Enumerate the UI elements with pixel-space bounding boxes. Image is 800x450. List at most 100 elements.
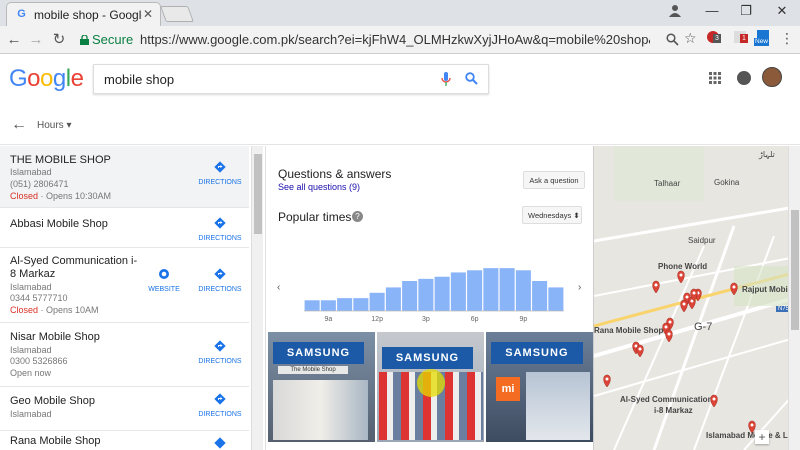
close-window-button[interactable]: ✕: [764, 0, 800, 22]
hours-filter[interactable]: Hours ▾: [37, 120, 72, 131]
map-pin-icon[interactable]: [652, 280, 660, 294]
list-item[interactable]: Rana Mobile Shop: [0, 431, 249, 450]
ask-question-button[interactable]: Ask a question: [523, 171, 585, 189]
notifications-icon[interactable]: [737, 71, 751, 85]
map-pin-icon[interactable]: [680, 299, 688, 313]
popular-times-bar[interactable]: [385, 287, 401, 311]
result-name[interactable]: Al-Syed Communication i-8 Markaz: [10, 255, 140, 281]
list-scrollbar[interactable]: [251, 146, 263, 450]
list-item[interactable]: Abbasi Mobile Shop DIRECTIONS: [0, 208, 249, 248]
website-button[interactable]: WEBSITE: [139, 268, 189, 293]
day-select[interactable]: Wednesdays ⬍: [522, 206, 582, 224]
browser-toolbar: ← → ↻ Secure https://www.google.com.pk/s…: [0, 26, 800, 54]
list-scroll-thumb[interactable]: [254, 154, 262, 234]
tab-bar: G mobile shop - Google Se ✕ — ❐ ✕: [0, 0, 800, 26]
popular-times-bar[interactable]: [499, 268, 515, 311]
map-scroll-thumb[interactable]: [791, 210, 799, 330]
extension-icon-2[interactable]: 1: [731, 29, 749, 47]
list-item[interactable]: Al-Syed Communication i-8 Markaz Islamab…: [0, 248, 249, 323]
back-icon[interactable]: ←: [5, 31, 23, 49]
info-icon[interactable]: ?: [352, 211, 363, 222]
chrome-menu-icon[interactable]: ⋮: [778, 29, 796, 47]
popular-times-bar[interactable]: [369, 292, 385, 311]
map-pin-icon[interactable]: [730, 282, 738, 296]
popular-times-bar[interactable]: [515, 270, 531, 311]
reload-icon[interactable]: ↻: [50, 31, 68, 49]
apps-grid-icon[interactable]: [709, 72, 721, 84]
shop-photo-1[interactable]: SAMSUNG The Mobile Shop: [268, 332, 375, 442]
list-item[interactable]: THE MOBILE SHOP Islamabad (051) 2806471 …: [0, 146, 249, 208]
map-pin-icon[interactable]: [677, 270, 685, 284]
microphone-icon[interactable]: [441, 72, 451, 87]
popular-times-bar[interactable]: [320, 300, 336, 311]
map-pin-icon[interactable]: [603, 374, 611, 388]
account-avatar[interactable]: [762, 67, 782, 87]
directions-button[interactable]: DIRECTIONS: [195, 217, 245, 242]
browser-tab[interactable]: G mobile shop - Google Se ✕: [6, 2, 161, 26]
search-input[interactable]: mobile shop: [93, 64, 489, 94]
result-phone: (051) 2806471: [10, 179, 69, 189]
popular-times-bar[interactable]: [418, 278, 434, 311]
map-pin-icon[interactable]: [636, 344, 644, 358]
chart-tick-label: 9p: [519, 316, 527, 323]
address-bar[interactable]: Secure https://www.google.com.pk/search?…: [80, 29, 700, 51]
search-icon[interactable]: [465, 72, 478, 85]
google-logo[interactable]: Google: [9, 65, 84, 93]
popular-times-bar[interactable]: [353, 298, 369, 311]
result-name[interactable]: Abbasi Mobile Shop: [10, 218, 140, 231]
popular-times-bar[interactable]: [467, 270, 483, 311]
map-scrollbar[interactable]: [788, 146, 800, 450]
popular-times-bar[interactable]: [337, 298, 353, 311]
search-query[interactable]: mobile shop: [104, 72, 174, 87]
list-item[interactable]: Nisar Mobile Shop Islamabad 0300 5326866…: [0, 323, 249, 387]
popular-times-heading: Popular times: [278, 210, 352, 224]
new-tab-button[interactable]: [160, 6, 194, 22]
directions-button[interactable]: DIRECTIONS: [195, 268, 245, 293]
popular-times-bar[interactable]: [434, 276, 450, 311]
tab-close-icon[interactable]: ✕: [143, 7, 153, 21]
see-all-questions-link[interactable]: See all questions (9): [278, 182, 360, 192]
directions-button[interactable]: [195, 437, 245, 450]
minimize-button[interactable]: —: [694, 0, 730, 22]
result-phone: 0300 5326866: [10, 356, 68, 366]
zoom-in-button[interactable]: +: [755, 430, 769, 444]
filter-row: ← Hours ▾: [0, 105, 800, 145]
extension-icon-1[interactable]: 3: [704, 29, 722, 47]
chart-next-icon[interactable]: ›: [578, 282, 581, 293]
shop-photo-3[interactable]: SAMSUNG mi: [486, 332, 594, 442]
popular-times-bar[interactable]: [483, 268, 499, 311]
map-pin-icon[interactable]: [665, 329, 673, 343]
browser-window: G mobile shop - Google Se ✕ — ❐ ✕ ← → ↻ …: [0, 0, 800, 450]
back-arrow-icon[interactable]: ←: [11, 116, 27, 134]
result-name[interactable]: THE MOBILE SHOP: [10, 154, 140, 167]
popular-times-bar[interactable]: [548, 287, 564, 311]
forward-icon[interactable]: →: [27, 31, 45, 49]
directions-label: DIRECTIONS: [198, 411, 242, 418]
popular-times-bar[interactable]: [304, 300, 320, 311]
day-select-arrow-icon: ⬍: [573, 211, 580, 220]
maximize-button[interactable]: ❐: [728, 0, 764, 22]
result-name[interactable]: Nisar Mobile Shop: [10, 331, 140, 344]
map-pin-icon[interactable]: [710, 394, 718, 408]
popular-times-bar[interactable]: [402, 281, 418, 311]
profile-icon[interactable]: [668, 3, 682, 17]
popular-times-bar[interactable]: [532, 281, 548, 311]
list-item[interactable]: Geo Mobile Shop Islamabad DIRECTIONS: [0, 387, 249, 431]
search-page-icon[interactable]: [666, 33, 679, 46]
result-name[interactable]: Rana Mobile Shop: [10, 435, 140, 448]
chart-tick-label: 3p: [422, 316, 430, 323]
map-pin-dot: [685, 295, 689, 299]
map-pin-dot: [692, 291, 696, 295]
bookmark-star-icon[interactable]: ☆: [684, 30, 697, 47]
mouse-cursor-highlight: [417, 369, 445, 397]
map-pin-dot: [638, 347, 642, 351]
url-text[interactable]: https://www.google.com.pk/search?ei=kjFh…: [140, 32, 650, 47]
result-name[interactable]: Geo Mobile Shop: [10, 395, 140, 408]
map-panel[interactable]: تلہاڑ Talhaar Gokina Saidpur Phone World…: [593, 146, 800, 450]
popular-times-bar[interactable]: [450, 272, 466, 311]
directions-button[interactable]: DIRECTIONS: [195, 161, 245, 186]
directions-button[interactable]: DIRECTIONS: [195, 340, 245, 365]
directions-button[interactable]: DIRECTIONS: [195, 393, 245, 418]
extension-icon-3[interactable]: New: [754, 29, 772, 47]
chart-prev-icon[interactable]: ‹: [277, 282, 280, 293]
